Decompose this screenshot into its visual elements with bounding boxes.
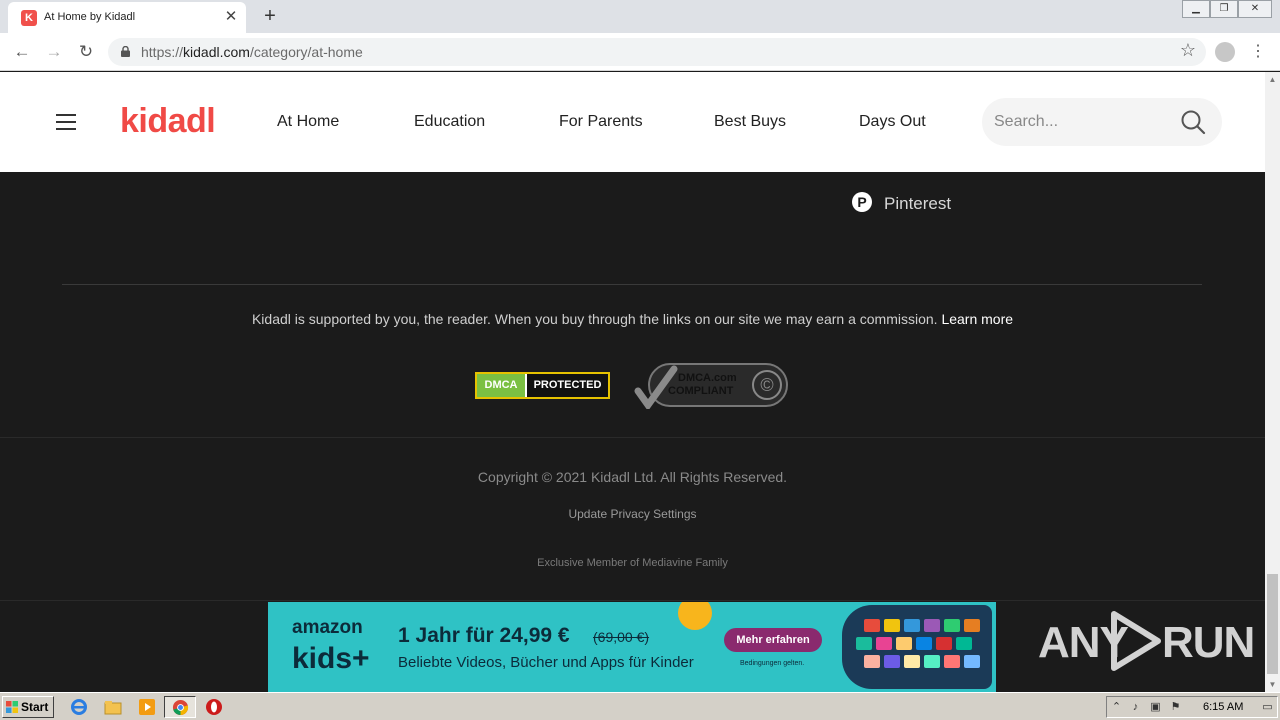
dmca-compliant-line1: DMCA.com [678,372,737,384]
learn-more-link[interactable]: Learn more [941,311,1013,327]
mediavine-notice: Exclusive Member of Mediavine Family [537,557,728,569]
footer-divider [62,284,1202,285]
internet-explorer-icon[interactable] [70,698,88,716]
nav-link-at-home[interactable]: At Home [277,113,339,131]
dmca-badge-left: DMCA [477,374,525,397]
show-desktop-icon[interactable]: ▭ [1261,701,1274,714]
kidadl-favicon-icon: K [21,10,37,26]
back-button[interactable]: ← [10,40,34,64]
nav-link-for-parents[interactable]: For Parents [559,113,643,131]
ad-cta-button[interactable]: Mehr erfahren [724,628,822,652]
system-tray: ⌃ ♪ ▣ ⚑ 6:15 AM ▭ [1106,696,1278,718]
media-player-icon[interactable] [138,698,156,716]
tab-close-icon[interactable]: ✕ [222,8,240,26]
url-text[interactable]: https://kidadl.com/category/at-home [141,44,363,60]
minimize-button[interactable]: ▁ [1182,0,1210,18]
footer-divider [0,437,1265,438]
browser-toolbar: ← → ↻ https://kidadl.com/category/at-hom… [0,33,1280,71]
nav-link-education[interactable]: Education [414,113,485,131]
kidadl-logo[interactable]: kidadl [120,102,216,141]
chrome-taskbar-button[interactable] [164,696,196,718]
volume-icon[interactable]: ♪ [1129,701,1142,714]
play-triangle-icon [1111,611,1161,671]
tab-title: At Home by Kidadl [44,11,136,23]
address-bar[interactable]: https://kidadl.com/category/at-home ☆ [108,38,1206,66]
start-label: Start [21,700,49,714]
dmca-badge-right: PROTECTED [525,374,608,397]
browser-tab-strip: K At Home by Kidadl ✕ + ▁ ❐ ✕ [0,0,1280,33]
affiliate-disclosure-text: Kidadl is supported by you, the reader. … [251,311,938,327]
nav-link-days-out[interactable]: Days Out [859,113,926,131]
scroll-down-arrow-icon[interactable]: ▼ [1265,677,1280,692]
windows-flag-icon [6,701,18,713]
tablet-app-grid-image [842,605,992,689]
ad-subline: Beliebte Videos, Bücher und Apps für Kin… [398,654,694,671]
dmca-compliant-badge[interactable]: DMCA.com COMPLIANT © [634,363,790,409]
start-button[interactable]: Start [2,696,54,718]
forward-button[interactable]: → [42,40,66,64]
dmca-protected-badge[interactable]: DMCA PROTECTED [475,372,610,399]
page-scrollbar[interactable]: ▲ ▼ [1265,72,1280,692]
ad-brand-amazon: amazon [292,617,363,638]
ad-old-price: (69,00 €) [593,629,650,645]
restore-button[interactable]: ❐ [1210,0,1238,18]
footer-divider [0,600,1265,601]
ad-terms: Bedingungen gelten. [740,660,805,667]
search-input[interactable] [994,110,1174,134]
scroll-up-arrow-icon[interactable]: ▲ [1265,72,1280,87]
action-center-flag-icon[interactable]: ⚑ [1169,701,1182,714]
close-window-button[interactable]: ✕ [1238,0,1272,18]
lock-icon[interactable] [121,46,130,57]
site-header: kidadl At Home Education For Parents Bes… [0,72,1265,172]
sun-illustration [678,602,712,630]
new-tab-button[interactable]: + [258,4,282,28]
opera-icon[interactable] [205,698,223,716]
pinterest-label: Pinterest [884,194,952,213]
chrome-icon [172,699,189,716]
windows-taskbar: Start ⌃ ♪ ▣ ⚑ 6:15 AM ▭ [0,692,1280,720]
search-icon[interactable] [1180,109,1206,135]
update-privacy-settings-link[interactable]: Update Privacy Settings [0,507,1265,521]
affiliate-disclosure: Kidadl is supported by you, the reader. … [0,311,1265,327]
search-box [982,98,1222,146]
anyrun-watermark: ANY RUN [1036,608,1255,674]
dmca-compliant-line2: COMPLIANT [668,385,734,397]
copyright-text: Copyright © 2021 Kidadl Ltd. All Rights … [477,469,788,485]
bookmark-star-icon[interactable]: ☆ [1180,40,1196,61]
copyright-circle-icon: © [752,370,782,400]
amazon-kids-ad-banner[interactable]: amazon kids+ 1 Jahr für 24,99 € (69,00 €… [268,602,996,692]
scrollbar-thumb[interactable] [1267,574,1278,674]
watermark-right: RUN [1162,618,1255,667]
taskbar-clock[interactable]: 6:15 AM [1203,701,1243,713]
ad-brand-kids: kids+ [292,642,370,675]
browser-menu-icon[interactable]: ⋮ [1250,40,1266,64]
profile-avatar-icon[interactable] [1215,42,1235,62]
hamburger-menu-icon[interactable] [56,114,76,130]
reload-button[interactable]: ↻ [74,40,98,64]
pinterest-icon: P [852,192,872,212]
ad-headline: 1 Jahr für 24,99 € [398,624,570,647]
browser-tab[interactable]: K At Home by Kidadl ✕ [8,2,246,33]
file-explorer-icon[interactable] [104,698,122,716]
nav-link-best-buys[interactable]: Best Buys [714,113,786,131]
tray-expand-icon[interactable]: ⌃ [1110,701,1123,714]
network-icon[interactable]: ▣ [1149,701,1162,714]
